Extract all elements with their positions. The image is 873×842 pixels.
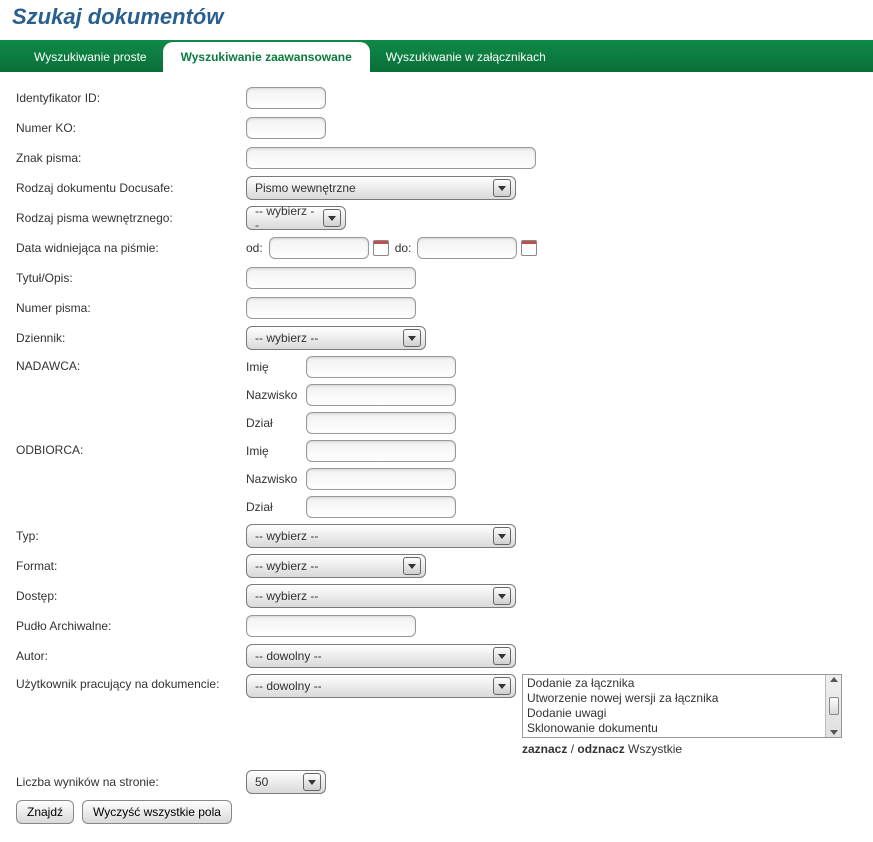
calendar-icon[interactable] (521, 240, 537, 256)
uzytkownik-select[interactable]: -- dowolny -- (246, 674, 516, 698)
label-autor: Autor: (16, 649, 246, 663)
label-nadawca-nazwisko: Nazwisko (246, 388, 306, 402)
autor-select[interactable]: -- dowolny -- (246, 644, 516, 668)
dostep-value: -- wybierz -- (255, 589, 487, 603)
pudlo-input[interactable] (246, 615, 416, 637)
wyczysc-button[interactable]: Wyczyść wszystkie pola (82, 800, 232, 824)
liczba-wynikow-select[interactable]: 50 (246, 770, 326, 794)
scroll-down-icon[interactable] (830, 730, 838, 735)
label-znak-pisma: Znak pisma: (16, 151, 246, 165)
label-numer-ko: Numer KO: (16, 121, 246, 135)
liczba-wynikow-value: 50 (255, 775, 297, 789)
chevron-down-icon (493, 647, 511, 665)
label-odbiorca-imie: Imię (246, 444, 306, 458)
label-od: od: (246, 241, 263, 255)
label-data-widniejaca: Data widniejąca na piśmie: (16, 241, 246, 255)
list-item[interactable]: Dodanie za łącznika (527, 676, 821, 691)
label-rodzaj-pisma-wew: Rodzaj pisma wewnętrznego: (16, 211, 246, 225)
znajdz-button[interactable]: Znajdź (16, 800, 74, 824)
wszystkie-text: Wszystkie (625, 742, 682, 756)
label-uzytkownik: Użytkownik pracujący na dokumencie: (16, 674, 246, 691)
chevron-down-icon (323, 209, 341, 227)
uzytkownik-value: -- dowolny -- (255, 679, 487, 693)
dziennik-value: -- wybierz -- (255, 331, 397, 345)
label-odbiorca: ODBIORCA: (16, 440, 246, 457)
action-listbox[interactable]: Dodanie za łącznika Utworzenie nowej wer… (522, 674, 842, 738)
znak-pisma-input[interactable] (246, 147, 536, 169)
odbiorca-dzial-input[interactable] (306, 496, 456, 518)
select-all-line: zaznacz / odznacz Wszystkie (522, 742, 842, 756)
autor-value: -- dowolny -- (255, 649, 487, 663)
id-input[interactable] (246, 87, 326, 109)
odznacz-link[interactable]: odznacz (577, 742, 624, 756)
scroll-thumb[interactable] (829, 697, 839, 715)
label-format: Format: (16, 559, 246, 573)
tytul-opis-input[interactable] (246, 267, 416, 289)
rodzaj-doc-select[interactable]: Pismo wewnętrzne (246, 176, 516, 200)
date-to-input[interactable] (417, 237, 517, 259)
chevron-down-icon (403, 329, 421, 347)
page-title: Szukaj dokumentów (0, 0, 873, 40)
label-tytul-opis: Tytuł/Opis: (16, 271, 246, 285)
typ-value: -- wybierz -- (255, 529, 487, 543)
calendar-icon[interactable] (373, 240, 389, 256)
label-nadawca: NADAWCA: (16, 356, 246, 373)
dziennik-select[interactable]: -- wybierz -- (246, 326, 426, 350)
tab-attachment-search[interactable]: Wyszukiwanie w załącznikach (370, 42, 562, 72)
date-from-input[interactable] (269, 237, 369, 259)
format-select[interactable]: -- wybierz -- (246, 554, 426, 578)
label-pudlo: Pudło Archiwalne: (16, 619, 246, 633)
odbiorca-imie-input[interactable] (306, 440, 456, 462)
nadawca-nazwisko-input[interactable] (306, 384, 456, 406)
chevron-down-icon (493, 179, 511, 197)
label-nadawca-dzial: Dział (246, 416, 306, 430)
search-form: Identyfikator ID: Numer KO: Znak pisma: … (0, 72, 873, 842)
label-odbiorca-nazwisko: Nazwisko (246, 472, 306, 486)
label-liczba-wynikow: Liczba wyników na stronie: (16, 775, 246, 789)
label-numer-pisma: Numer pisma: (16, 301, 246, 315)
list-item[interactable]: Sklonowanie dokumentu (527, 721, 821, 736)
nadawca-dzial-input[interactable] (306, 412, 456, 434)
numer-pisma-input[interactable] (246, 297, 416, 319)
scroll-up-icon[interactable] (830, 677, 838, 682)
rodzaj-pisma-wew-value: -- wybierz -- (255, 204, 317, 232)
chevron-down-icon (493, 587, 511, 605)
odbiorca-nazwisko-input[interactable] (306, 468, 456, 490)
label-odbiorca-dzial: Dział (246, 500, 306, 514)
nadawca-imie-input[interactable] (306, 356, 456, 378)
tab-advanced-search[interactable]: Wyszukiwanie zaawansowane (163, 42, 370, 72)
scrollbar[interactable] (825, 675, 841, 737)
chevron-down-icon (403, 557, 421, 575)
label-rodzaj-doc: Rodzaj dokumentu Docusafe: (16, 181, 246, 195)
typ-select[interactable]: -- wybierz -- (246, 524, 516, 548)
separator: / (567, 742, 577, 756)
dostep-select[interactable]: -- wybierz -- (246, 584, 516, 608)
tab-simple-search[interactable]: Wyszukiwanie proste (18, 42, 163, 72)
list-item[interactable]: Dodanie uwagi (527, 706, 821, 721)
label-dziennik: Dziennik: (16, 331, 246, 345)
list-item[interactable]: Utworzenie nowej wersji za łącznika (527, 691, 821, 706)
numer-ko-input[interactable] (246, 117, 326, 139)
chevron-down-icon (493, 527, 511, 545)
label-nadawca-imie: Imię (246, 360, 306, 374)
tab-bar: Wyszukiwanie proste Wyszukiwanie zaawans… (0, 40, 873, 72)
label-do: do: (395, 241, 412, 255)
label-typ: Typ: (16, 529, 246, 543)
rodzaj-pisma-wew-select[interactable]: -- wybierz -- (246, 206, 346, 230)
label-dostep: Dostęp: (16, 589, 246, 603)
format-value: -- wybierz -- (255, 559, 397, 573)
chevron-down-icon (493, 677, 511, 695)
chevron-down-icon (303, 773, 321, 791)
label-id: Identyfikator ID: (16, 91, 246, 105)
rodzaj-doc-value: Pismo wewnętrzne (255, 181, 487, 195)
zaznacz-link[interactable]: zaznacz (522, 742, 567, 756)
